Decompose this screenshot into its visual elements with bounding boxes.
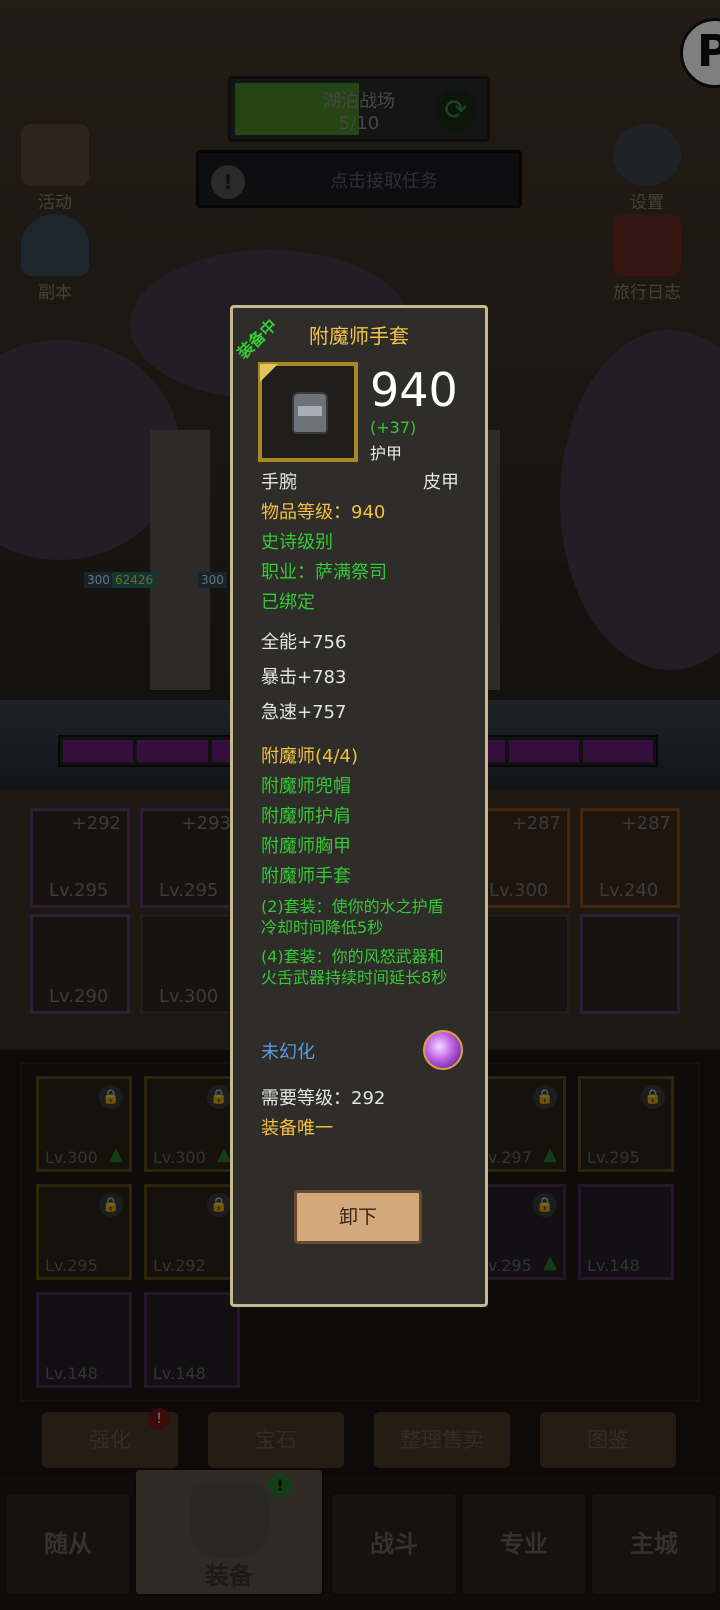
set-bonus-4: (4)套装：你的风怒武器和火舌武器持续时间延长8秒 (261, 947, 448, 987)
item-tooltip: 装备中 附魔师手套 940 (+37) 护甲 手腕 皮甲 物品等级：940 史诗… (230, 305, 488, 1307)
item-power: 940 (370, 363, 458, 417)
item-class: 职业：萨满祭司 (261, 562, 387, 583)
stat-haste: 急速+757 (261, 702, 347, 723)
required-level: 需要等级：292 (261, 1088, 386, 1109)
item-icon-frame (258, 362, 358, 462)
item-level: 物品等级：940 (261, 502, 386, 523)
armor-type-label: 护甲 (370, 444, 403, 463)
set-bonus-2: (2)套装：使你的水之护盾冷却时间降低5秒 (261, 897, 444, 937)
set-item: 附魔师护肩 (261, 806, 351, 827)
slot-row: 手腕 皮甲 (261, 472, 459, 494)
item-quality: 史诗级别 (261, 532, 333, 553)
item-slot: 手腕 (261, 472, 297, 493)
transmog-orb-icon[interactable] (423, 1030, 463, 1070)
unique-equip: 装备唯一 (261, 1118, 333, 1139)
set-item: 附魔师胸甲 (261, 836, 351, 857)
item-name: 附魔师手套 (309, 324, 409, 348)
set-name: 附魔师(4/4) (261, 746, 359, 767)
set-item: 附魔师手套 (261, 866, 351, 887)
gauntlet-icon (292, 392, 328, 434)
stat-crit: 暴击+783 (261, 667, 347, 688)
unequip-button[interactable]: 卸下 (294, 1190, 422, 1244)
item-power-delta: (+37) (370, 418, 417, 437)
frame-corner (260, 364, 278, 382)
set-item: 附魔师兜帽 (261, 776, 351, 797)
item-material: 皮甲 (423, 472, 459, 493)
item-bound: 已绑定 (261, 592, 315, 613)
stat-versatility: 全能+756 (261, 632, 347, 653)
